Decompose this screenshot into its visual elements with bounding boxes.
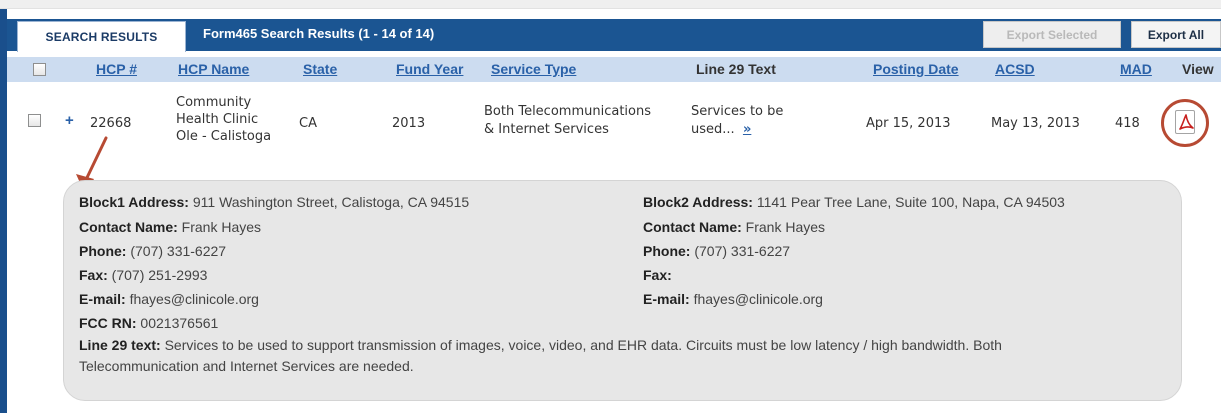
expand-row-icon[interactable]: + [65,112,74,129]
contact1-label: Contact Name: [79,219,178,235]
fcc-rn-label: FCC RN: [79,315,137,331]
row-state: CA [299,116,317,131]
fax2: Fax: [643,266,672,284]
fax1: Fax: (707) 251-2993 [79,266,207,284]
email1-label: E-mail: [79,291,126,307]
column-posting-date[interactable]: Posting Date [873,61,959,77]
column-mad[interactable]: MAD [1120,61,1152,77]
row-line29-line1: Services to be [691,104,784,119]
contact2-value: Frank Hayes [741,219,826,235]
column-fund-year[interactable]: Fund Year [396,61,463,77]
column-acsd[interactable]: ACSD [995,61,1035,77]
email2: E-mail: fhayes@clinicole.org [643,290,823,308]
tab-search-results[interactable]: SEARCH RESULTS [17,21,186,52]
select-all-checkbox[interactable] [33,63,46,76]
fax2-label: Fax: [643,267,672,283]
block1-address-label: Block1 Address: [79,194,189,210]
phone2-value: (707) 331-6227 [690,243,791,259]
phone1-label: Phone: [79,243,127,259]
left-accent-bar [0,9,7,413]
results-title: Form465 Search Results (1 - 14 of 14) [203,26,435,41]
contact2-label: Contact Name: [643,219,742,235]
row-mad: 418 [1115,116,1140,131]
row-fund-year: 2013 [392,116,426,131]
fcc-rn: FCC RN: 0021376561 [79,314,218,332]
column-hcp-number[interactable]: HCP # [96,61,137,77]
block1-address: Block1 Address: 911 Washington Street, C… [79,193,469,211]
top-strip [0,0,1221,9]
row-line29-line2: used... » [691,121,751,138]
export-all-button[interactable]: Export All [1131,21,1221,48]
email1: E-mail: fhayes@clinicole.org [79,290,259,308]
column-view: View [1182,61,1214,77]
column-state[interactable]: State [303,61,337,77]
window: SEARCH RESULTS Form465 Search Results (1… [0,0,1221,413]
row-checkbox[interactable] [28,114,41,127]
line29-full-label: Line 29 text: [79,337,161,353]
fax1-label: Fax: [79,267,108,283]
row-posting-date: Apr 15, 2013 [866,116,951,131]
contact1-value: Frank Hayes [177,219,262,235]
pdf-glyph-icon [1179,114,1194,130]
contact1: Contact Name: Frank Hayes [79,218,261,236]
pdf-icon[interactable] [1175,110,1195,134]
row-service-type-line1: Both Telecommunications [484,104,651,119]
row-hcp-name-line1: Community [176,95,252,110]
contact2: Contact Name: Frank Hayes [643,218,825,236]
line29-full-value: Services to be used to support transmiss… [79,337,1002,374]
email1-value: fhayes@clinicole.org [125,291,259,307]
fax1-value: (707) 251-2993 [107,267,208,283]
row-acsd: May 13, 2013 [991,116,1080,131]
block2-address: Block2 Address: 1141 Pear Tree Lane, Sui… [643,193,1065,211]
row-hcp-number: 22668 [90,116,132,131]
export-selected-button[interactable]: Export Selected [983,21,1121,48]
column-hcp-name[interactable]: HCP Name [178,61,249,77]
phone1-value: (707) 331-6227 [126,243,227,259]
row-service-type-line2: & Internet Services [484,122,609,137]
column-line29-text: Line 29 Text [696,61,776,77]
fcc-rn-value: 0021376561 [136,315,219,331]
email2-value: fhayes@clinicole.org [689,291,823,307]
column-service-type[interactable]: Service Type [491,61,576,77]
row-line29-preview: used... [691,122,735,137]
email2-label: E-mail: [643,291,690,307]
block2-address-value: 1141 Pear Tree Lane, Suite 100, Napa, CA… [752,194,1065,210]
row-hcp-name-line3: Ole - Calistoga [176,129,272,144]
row-hcp-name-line2: Health Clinic [176,112,259,127]
phone2: Phone: (707) 331-6227 [643,242,790,260]
block1-address-value: 911 Washington Street, Calistoga, CA 945… [188,194,470,210]
more-link[interactable]: » [743,122,751,137]
line29-full-text: Line 29 text: Services to be used to sup… [79,335,1099,377]
phone2-label: Phone: [643,243,691,259]
block2-address-label: Block2 Address: [643,194,753,210]
phone1: Phone: (707) 331-6227 [79,242,226,260]
